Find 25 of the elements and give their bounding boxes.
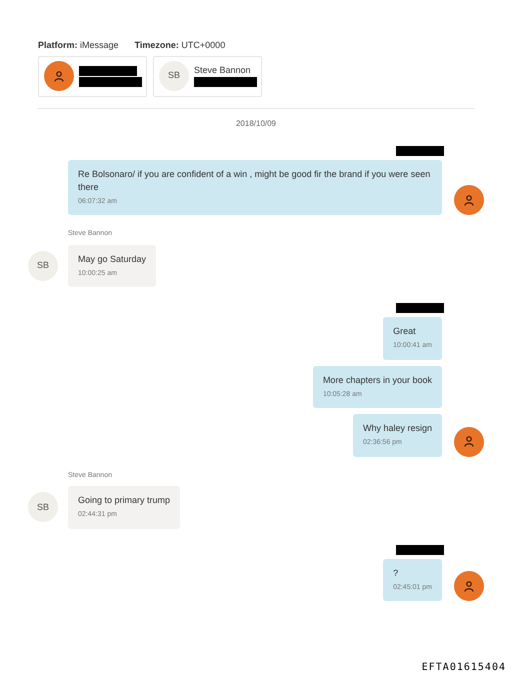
- person-icon: [464, 580, 474, 592]
- message-text: Great: [393, 325, 417, 338]
- redaction-bar: [79, 76, 142, 86]
- avatar: SB: [28, 250, 58, 281]
- message-text: ?: [393, 566, 400, 580]
- participant-name: Steve Bannon: [194, 65, 252, 76]
- meta-info: Timezone: UTC+0000: [134, 39, 226, 52]
- message-text: Going to primary trump: [78, 494, 170, 507]
- redaction-bar: [396, 544, 444, 554]
- person-icon: [464, 194, 474, 206]
- redaction-bar: [396, 146, 444, 156]
- avatar: SB: [28, 492, 58, 522]
- date-label: 2018/10/09: [236, 118, 276, 130]
- redaction-bar: [194, 77, 257, 87]
- avatar: SB: [159, 61, 189, 91]
- person-icon: [54, 70, 64, 82]
- message-text: May go Saturday: [78, 252, 146, 266]
- document-id-label: EFTA01615404: [422, 661, 506, 675]
- meta-info: Platform: iMessage: [38, 39, 119, 52]
- redaction-bar: [79, 66, 137, 76]
- message-text: More chapters in your book: [322, 374, 432, 386]
- message-text: Why haley resign: [362, 422, 432, 435]
- message-text: Re Bolsonaro/ if you are confident of a win , might be good fir the brand if you were seen there: [78, 168, 432, 194]
- person-icon: [464, 436, 474, 447]
- redaction-bar: [396, 303, 444, 313]
